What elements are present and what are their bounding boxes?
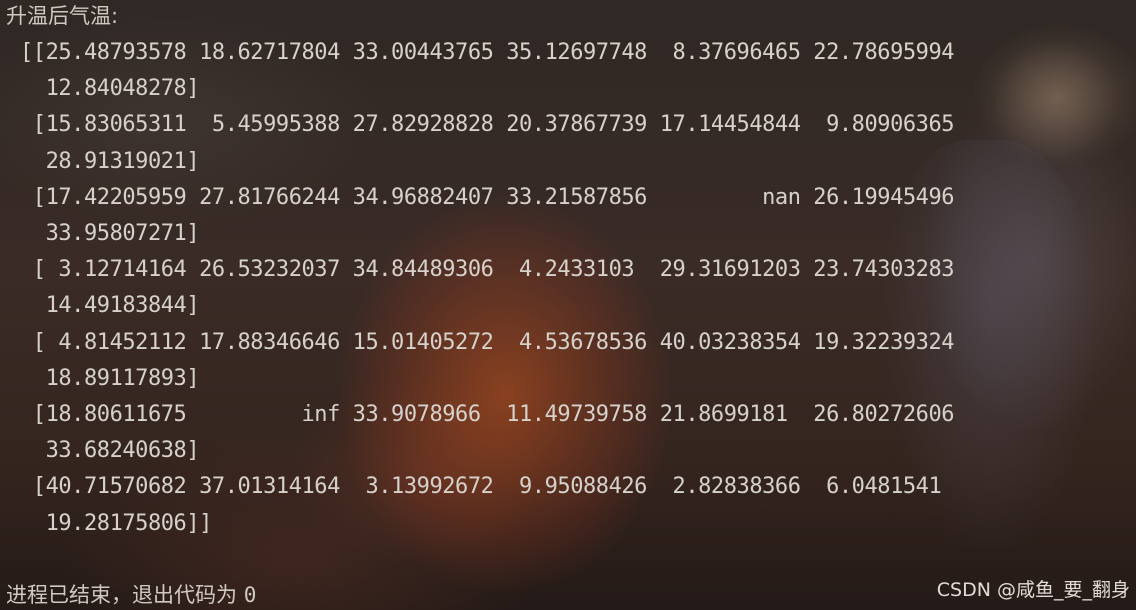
output-line: 19.28175806]]: [20, 510, 213, 536]
output-line: [40.71570682 37.01314164 3.13992672 9.95…: [20, 474, 942, 500]
terminal-output-panel[interactable]: 升温后气温: [[25.48793578 18.62717804 33.0044…: [0, 0, 1136, 610]
output-line: [18.80611675 inf 33.9078966 11.49739758 …: [20, 402, 955, 428]
process-exit-message: 进程已结束，退出代码为 0: [6, 580, 256, 610]
output-line: [ 4.81452112 17.88346646 15.01405272 4.5…: [20, 329, 955, 355]
output-line: [15.83065311 5.45995388 27.82928828 20.3…: [20, 112, 955, 138]
output-line: 18.89117893]: [20, 365, 200, 391]
output-line: 14.49183844]: [20, 293, 200, 319]
exit-message-text: 进程已结束，退出代码为: [6, 583, 237, 607]
csdn-watermark: CSDN @咸鱼_要_翻身: [936, 579, 1130, 601]
output-line: [[25.48793578 18.62717804 33.00443765 35…: [20, 40, 955, 65]
output-line: 12.84048278]: [20, 76, 200, 102]
output-line: [17.42205959 27.81766244 34.96882407 33.…: [20, 184, 955, 210]
exit-code: 0: [243, 583, 257, 607]
output-line: 28.91319021]: [20, 148, 200, 174]
output-heading: 升温后气温:: [6, 4, 119, 28]
output-line: 33.68240638]: [20, 438, 200, 464]
output-line: [ 3.12714164 26.53232037 34.84489306 4.2…: [20, 257, 955, 283]
output-line: 33.95807271]: [20, 221, 200, 247]
array-output: [[25.48793578 18.62717804 33.00443765 35…: [20, 35, 954, 542]
